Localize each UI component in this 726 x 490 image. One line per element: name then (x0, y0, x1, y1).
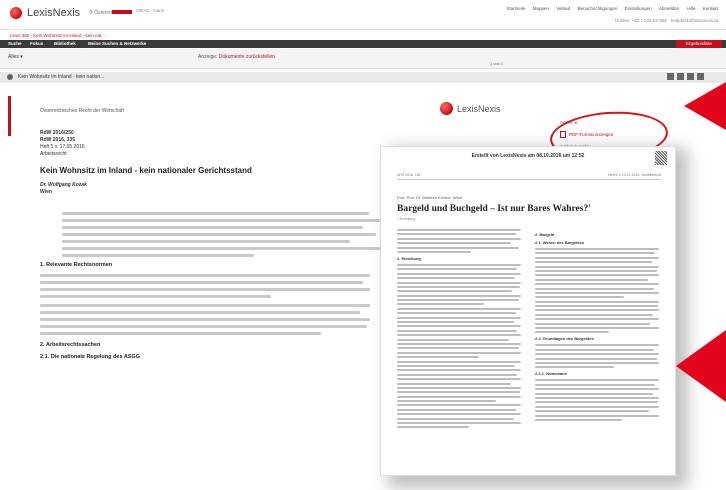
results-list-button[interactable]: Ergebnisliste (676, 40, 722, 48)
printout-title-footnote: 1 (588, 203, 591, 208)
red-arrow-icon (684, 82, 726, 130)
document-toolbar: Kein Wohnsitz im Inland - kein nation... (0, 72, 726, 83)
top-link[interactable]: Benachrichtigungen (578, 6, 618, 11)
download-icon[interactable] (677, 73, 684, 80)
lexisnexis-logo-icon (440, 102, 453, 115)
barcode-icon (655, 151, 667, 165)
lexisnexis-logo-icon (10, 7, 22, 19)
printout-meta: ARS 2016, 181 Heft 6 v. 14.07.2016 · Arb… (397, 173, 661, 180)
top-link[interactable]: Hilfe (686, 6, 695, 11)
brand-name: LexisNexis (27, 7, 81, 19)
ref-line: Heft 5 v. 17.05.2016 (40, 144, 85, 150)
top-link[interactable]: Abmelden (659, 6, 679, 11)
document-tab-label[interactable]: Kein Wohnsitz im Inland - kein nation... (18, 74, 104, 80)
filter-dropdown-value: Alles (8, 54, 19, 60)
section-heading: 2. Arbeitsrechtssachen (40, 342, 101, 348)
overlay-brand-logo: LexisNexis (440, 102, 501, 115)
hotline-text: Hotline: +43 1 534 52-555 · helpdesk@lex… (614, 18, 718, 23)
top-link[interactable]: Mappen (533, 6, 549, 11)
print-icon[interactable] (667, 73, 674, 80)
toolbar-icons (667, 73, 704, 80)
author-city: Wien (40, 189, 52, 195)
ref-line: Arbeitsrecht (40, 151, 67, 157)
document-title: Kein Wohnsitz im Inland - kein nationale… (40, 166, 252, 175)
ref-line: RdW 2016/250 (40, 130, 74, 136)
nav-item-fokus[interactable]: Fokus (30, 41, 43, 46)
filter-dropdown[interactable]: Alles ▾ (8, 54, 23, 60)
printout-meta-left: ARS 2016, 181 (397, 173, 421, 177)
author-name: Dr. Wolfgang Kozak (40, 182, 87, 188)
printout-title: Bargeld und Buchgeld – Ist nur Bares Wah… (397, 203, 590, 214)
abstract-text (62, 212, 382, 268)
printout-column-left: 1. Einleitung (397, 229, 521, 431)
email-icon[interactable] (687, 73, 694, 80)
red-arrow-icon (676, 330, 726, 402)
body-paragraph (40, 274, 370, 302)
nav-item-bibliothek[interactable]: Bibliothek (54, 41, 76, 46)
accent-bar (8, 96, 11, 136)
top-link[interactable]: Verlauf (556, 6, 570, 11)
printout-column-right: 2. Bargeld 2.1. Wesen des Bargeldes 2.2.… (535, 229, 659, 423)
nav-item-meine-suchen[interactable]: Meine Suchen & Netzwerke (88, 41, 146, 46)
share-icon[interactable] (697, 73, 704, 80)
printout-heading: 2.2.1. Notenbank (535, 371, 567, 377)
printout-heading: 2. Bargeld (535, 232, 555, 237)
result-count: 1 von 1 (490, 61, 504, 66)
main-nav: Suche Fokus Bibliothek Meine Suchen & Ne… (0, 40, 726, 48)
printout-title-text: Bargeld und Buchgeld – Ist nur Bares Wah… (397, 204, 589, 215)
nav-item-suche[interactable]: Suche (8, 41, 22, 46)
document-author: Dr. Wolfgang Kozak Wien (40, 182, 87, 196)
overlay-brand-name: LexisNexis (457, 103, 501, 114)
filter-bar: Alles ▾ Anzeige: Dokumente zurückstellen… (0, 49, 726, 69)
printout-subtitle: I. Einleitung (397, 217, 416, 221)
top-link[interactable]: Einstellungen (625, 6, 652, 11)
chevron-down-icon: ▾ (20, 54, 23, 60)
section-heading: 1. Relevante Rechtsnormen (40, 262, 113, 268)
top-bar: LexisNexis ® Österreich ORAC · manz Star… (0, 0, 726, 30)
partner-text: ORAC · manz (136, 8, 165, 13)
breadcrumb[interactable]: Lexis 360 › Kein Wohnsitz im Inland - ke… (10, 33, 105, 38)
brand-logo[interactable]: LexisNexis ® Österreich (10, 7, 117, 19)
section-heading: 2.1. Die nationale Regelung des ASGG (40, 354, 141, 360)
printout-heading: 2.2. Grundlagen des Bargeldes (535, 336, 594, 342)
document-page: Österreichisches Recht der Wirtschaft Rd… (8, 90, 382, 420)
filter-link-prefix: Anzeige: (198, 54, 218, 60)
document-refs: RdW 2016/250 RdW 2016, 335 Heft 5 v. 17.… (40, 130, 85, 158)
printout-heading: 2.1. Wesen des Bargeldes (535, 240, 585, 245)
filter-link[interactable]: Anzeige: Dokumente zurückstellen (198, 54, 275, 60)
top-link[interactable]: Startseite (506, 6, 525, 11)
printout-authors: Prof. Prof. Dr. Manfred Kocher, Wien (397, 195, 462, 200)
body-paragraph (40, 304, 370, 339)
ref-line: RdW 2016, 335 (40, 137, 76, 143)
printout-heading: 1. Einleitung (397, 255, 421, 261)
top-links: Startseite Mappen Verlauf Benachrichtigu… (500, 6, 718, 11)
journal-name: Österreichisches Recht der Wirtschaft (40, 108, 124, 114)
printout-header: Erstellt von LexisNexis am 08.10.2016 um… (471, 153, 585, 159)
gear-icon[interactable] (7, 74, 13, 80)
printout-meta-right: Heft 6 v. 14.07.2016 · Arbeitsrecht (608, 173, 661, 177)
filter-link-text: Dokumente zurückstellen (218, 54, 275, 60)
pdf-printout: Erstellt von LexisNexis am 08.10.2016 um… (380, 146, 676, 476)
partner-logo-icon (112, 10, 132, 14)
top-link[interactable]: Kontakt (703, 6, 718, 11)
